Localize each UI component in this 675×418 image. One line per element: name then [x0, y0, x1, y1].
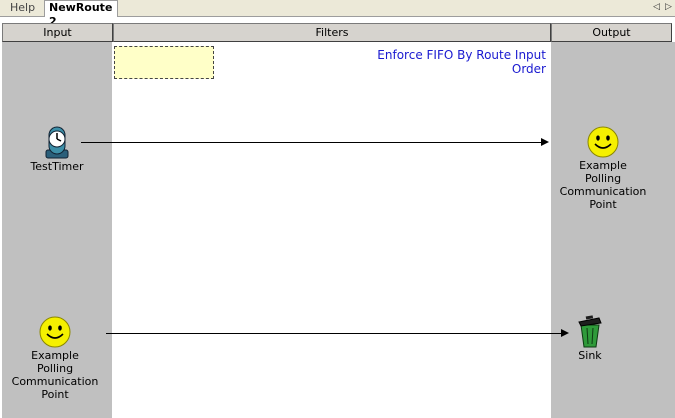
tab-scroll-left-icon[interactable]: ◁ [652, 1, 661, 13]
smiley-icon [39, 316, 71, 348]
tab-newroute-2[interactable]: NewRoute 2 [44, 0, 118, 28]
tab-help[interactable]: Help [6, 1, 42, 16]
input-column-header: Input [2, 23, 113, 42]
enforce-fifo-link[interactable]: Enforce FIFO By Route Input Order [340, 48, 546, 76]
label-line: Example [31, 349, 79, 362]
label-line: Communication [11, 375, 99, 388]
output-node-sink[interactable]: Sink [562, 315, 618, 362]
tab-scroll-right-icon[interactable]: ▷ [664, 1, 673, 13]
arrowhead-icon [541, 138, 549, 146]
input-node-example-polling-communication-point[interactable]: Example Polling Communication Point [8, 315, 102, 401]
label-line: Communication [559, 185, 647, 198]
smiley-icon [587, 126, 619, 158]
filters-column-header: Filters [113, 23, 551, 42]
label-line: Polling [584, 172, 622, 185]
output-column-header: Output [551, 23, 672, 42]
input-node-testtimer-label: TestTimer [30, 160, 84, 173]
route-arrow-testtimer-to-output [81, 138, 549, 146]
input-node-testtimer[interactable]: TestTimer [8, 124, 106, 173]
output-node-example-polling-communication-point[interactable]: Example Polling Communication Point [558, 125, 648, 211]
filter-placeholder[interactable] [114, 46, 214, 79]
route-canvas: Input Filters Output Enforce FIFO By Rou… [0, 23, 675, 418]
label-line: Example [579, 159, 627, 172]
route-arrow-polling-to-sink [106, 329, 569, 337]
tab-strip: Help NewRoute 2 ◁ ▷ [0, 0, 675, 28]
label-line: Polling [36, 362, 74, 375]
arrowhead-icon [561, 329, 569, 337]
trash-bin-icon [578, 315, 602, 348]
clock-icon [45, 126, 69, 159]
output-node-sink-label: Sink [578, 349, 602, 362]
label-line: Point [41, 388, 69, 401]
label-line: Point [589, 198, 617, 211]
